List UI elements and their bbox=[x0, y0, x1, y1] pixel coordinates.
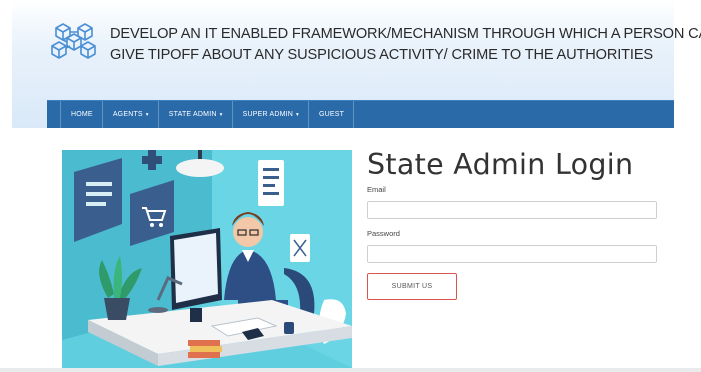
nav-state-admin[interactable]: STATE ADMIN ▾ bbox=[159, 101, 233, 128]
login-panel: State Admin Login Email Password SUBMIT … bbox=[367, 148, 659, 300]
main-nav: HOME AGENTS ▾ STATE ADMIN ▾ SUPER ADMIN ▾ G… bbox=[47, 100, 674, 128]
nav-agents[interactable]: AGENTS ▾ bbox=[103, 101, 159, 128]
chevron-down-icon: ▾ bbox=[296, 111, 299, 118]
person-at-computer-illustration bbox=[62, 150, 352, 368]
nav-super-admin-label: SUPER ADMIN bbox=[242, 111, 294, 118]
password-field[interactable] bbox=[367, 245, 657, 263]
connected-cubes-icon bbox=[51, 23, 96, 59]
submit-button[interactable]: SUBMIT US bbox=[367, 273, 457, 300]
nav-state-admin-label: STATE ADMIN bbox=[168, 111, 217, 118]
nav-home[interactable]: HOME bbox=[60, 101, 103, 128]
nav-super-admin[interactable]: SUPER ADMIN ▾ bbox=[233, 101, 309, 128]
footer-divider bbox=[0, 368, 701, 372]
email-label: Email bbox=[367, 185, 386, 194]
email-field[interactable] bbox=[367, 201, 657, 219]
nav-home-label: HOME bbox=[71, 111, 93, 118]
nav-guest-label: GUEST bbox=[318, 111, 345, 118]
nav-guest[interactable]: GUEST bbox=[309, 101, 355, 128]
chevron-down-icon: ▾ bbox=[219, 111, 223, 118]
chevron-down-icon: ▾ bbox=[145, 111, 149, 118]
nav-agents-label: AGENTS bbox=[112, 111, 143, 118]
login-title: State Admin Login bbox=[367, 148, 634, 181]
title-line-2: GIVE TIPOFF ABOUT ANY SUSPICIOUS ACTIVIT… bbox=[110, 47, 654, 63]
title-line-1: DEVELOP AN IT ENABLED FRAMEWORK/MECHANIS… bbox=[110, 26, 701, 42]
password-label: Password bbox=[367, 229, 400, 238]
page-title: DEVELOP AN IT ENABLED FRAMEWORK/MECHANIS… bbox=[110, 24, 701, 66]
